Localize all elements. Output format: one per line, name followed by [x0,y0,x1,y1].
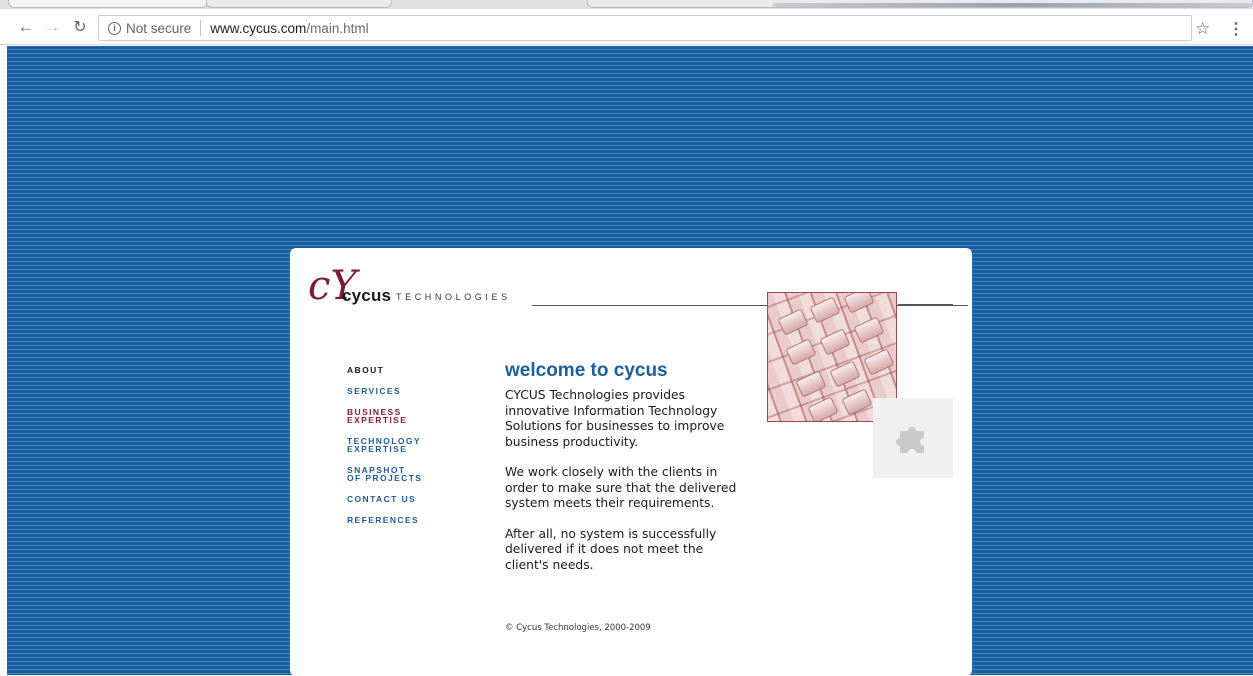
nav-item-label: SERVICES [347,386,402,396]
nav-item-references[interactable]: REFERENCES [347,515,457,525]
address-bar[interactable]: i Not secure www.cycus.com/main.html [98,15,1192,41]
header-rule [532,305,968,306]
omnibox-divider [200,20,202,36]
logo-subtitle: TECHNOLOGIES [396,292,511,302]
security-label[interactable]: Not secure [126,21,191,36]
closing-paragraph: After all, no system is successfully del… [505,526,717,572]
browser-tab[interactable] [587,0,1253,8]
info-icon[interactable]: i [108,21,121,35]
page-title: welcome to cycus [505,360,668,381]
nav-item-technology[interactable]: TECHNOLOGY EXPERTISE [347,437,457,454]
nav-item-label: CONTACT US [347,494,417,504]
intro-paragraph: CYCUS Technologies provides innovative I… [505,388,725,449]
menu-icon[interactable]: ⋮ [1228,19,1244,39]
nav-item-business[interactable]: BUSINESS EXPERTISE [347,408,457,425]
nav-item-label-line2: EXPERTISE [347,415,408,425]
nav-item-contact-us[interactable]: CONTACT US [347,494,457,504]
nav-item-snapshot[interactable]: SNAPSHOT OF PROJECTS [347,466,457,483]
browser-toolbar: ← → ↻ i Not secure www.cycus.com/main.ht… [0,9,1253,45]
reload-icon[interactable]: ↻ [68,13,92,41]
url-path[interactable]: /main.html [306,21,368,36]
page-viewport: cY cycus TECHNOLOGIES ABOUT SERVICES BUSIN… [0,46,1253,676]
browser-tab[interactable] [206,0,392,8]
nav-item-label: REFERENCES [347,515,420,525]
cycus-logo[interactable]: cY cycus TECHNOLOGIES [308,262,548,312]
welcome-content: welcome to cycus CYCUS Technologies prov… [505,360,745,588]
nav-item-label-line2: EXPERTISE [347,444,408,454]
browser-tab[interactable] [8,0,208,8]
nav-item-services[interactable]: SERVICES [347,386,457,396]
copyright-text: © Cycus Technologies, 2000-2009 [505,623,651,633]
photo-rule [898,304,953,305]
nav-item-about[interactable]: ABOUT [347,365,457,375]
logo-wordmark: cycus [342,286,392,305]
tab-strip [0,0,1253,9]
nav-item-label: ABOUT [347,365,385,375]
puzzle-piece-icon [873,398,953,478]
url-host[interactable]: www.cycus.com [210,21,306,36]
content-card: cY cycus TECHNOLOGIES ABOUT SERVICES BUSIN… [290,248,972,676]
clients-paragraph: We work closely with the clients in orde… [505,465,737,510]
main-nav: ABOUT SERVICES BUSINESS EXPERTISE TECHNOLOGY… [347,366,457,537]
back-arrow-icon[interactable]: ← [14,13,38,41]
star-icon[interactable]: ☆ [1195,19,1210,39]
forward-arrow-icon[interactable]: → [40,13,64,41]
nav-item-label-line2: OF PROJECTS [347,473,423,483]
